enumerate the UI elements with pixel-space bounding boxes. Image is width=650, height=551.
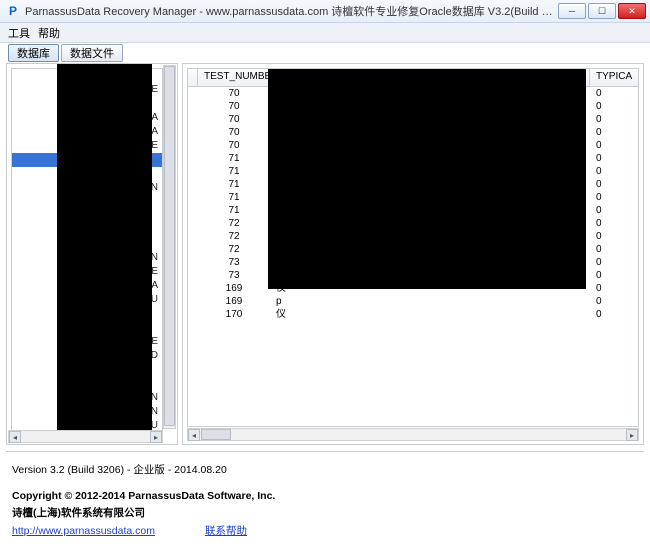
- scroll-left-icon[interactable]: ◂: [9, 431, 21, 443]
- contact-link[interactable]: 联系帮助: [205, 523, 247, 539]
- cell-n: p: [270, 295, 292, 308]
- cell-typica: 0: [590, 230, 638, 243]
- cell-test-number: 70: [198, 126, 270, 139]
- right-scrollbar-horizontal[interactable]: ◂ ▸: [187, 428, 639, 441]
- tab-toolbar: 数据库 数据文件: [0, 43, 650, 63]
- cell-test-number: 71: [198, 152, 270, 165]
- version-line: Version 3.2 (Build 3206) - 企业版 - 2014.08…: [12, 462, 638, 478]
- table-row[interactable]: 169p 0: [188, 295, 638, 308]
- window-buttons: ─ ☐ ✕: [558, 3, 646, 19]
- cell-test-number: 72: [198, 230, 270, 243]
- copyright-line: Copyright © 2012-2014 ParnassusData Soft…: [12, 490, 275, 502]
- cell-typica: 0: [590, 204, 638, 217]
- cell-test-number: 71: [198, 165, 270, 178]
- maximize-button[interactable]: ☐: [588, 3, 616, 19]
- grid-header-test-number[interactable]: TEST_NUMBER: [198, 69, 270, 86]
- close-button[interactable]: ✕: [618, 3, 646, 19]
- footer-panel: Version 3.2 (Build 3206) - 企业版 - 2014.08…: [6, 451, 644, 545]
- cell-n: 仪: [270, 308, 292, 321]
- table-row[interactable]: 170仪 0: [188, 308, 638, 321]
- redacted-overlay-right: [268, 69, 586, 289]
- cell-typica: 0: [590, 178, 638, 191]
- cell-test-number: 73: [198, 269, 270, 282]
- cell-test-number: 72: [198, 217, 270, 230]
- cell-test-number: 70: [198, 139, 270, 152]
- left-scrollbar-vertical[interactable]: [163, 65, 176, 429]
- cell-typica: 0: [590, 87, 638, 100]
- data-grid[interactable]: TEST_NUMBER N TYPICA 70粘070水070水070语070稿…: [187, 68, 639, 427]
- scroll-thumb[interactable]: [164, 66, 175, 426]
- grid-header-spacer: [188, 69, 198, 86]
- scroll-thumb[interactable]: [201, 429, 231, 440]
- cell-test-number: 169: [198, 282, 270, 295]
- window-title: ParnassusData Recovery Manager - www.par…: [25, 3, 558, 19]
- cell-test-number: 72: [198, 243, 270, 256]
- left-scrollbar-horizontal[interactable]: ◂ ▸: [8, 430, 163, 443]
- website-link[interactable]: http://www.parnassusdata.com: [12, 523, 155, 539]
- tab-database[interactable]: 数据库: [8, 44, 59, 62]
- cell-typica: 0: [590, 165, 638, 178]
- cell-typica: 0: [590, 256, 638, 269]
- cell-typica: 0: [590, 113, 638, 126]
- redacted-overlay-left: [57, 64, 152, 439]
- left-panel: _HE_LA_TA_TEMENLEN_HEMA_RUOCEEADLENLENCO…: [6, 63, 178, 445]
- cell-typica: 0: [590, 308, 638, 321]
- cell-test-number: 73: [198, 256, 270, 269]
- company-line: 诗檀(上海)软件系统有限公司: [12, 507, 145, 519]
- tab-datafile[interactable]: 数据文件: [61, 44, 123, 62]
- cell-test-number: 71: [198, 178, 270, 191]
- cell-test-number: 70: [198, 87, 270, 100]
- cell-test-number: 169: [198, 295, 270, 308]
- cell-typica: 0: [590, 295, 638, 308]
- menu-tools[interactable]: 工具: [8, 25, 30, 41]
- right-panel: TEST_NUMBER N TYPICA 70粘070水070水070语070稿…: [182, 63, 644, 445]
- window-titlebar: P ParnassusData Recovery Manager - www.p…: [0, 0, 650, 23]
- cell-typica: 0: [590, 139, 638, 152]
- cell-test-number: 71: [198, 191, 270, 204]
- cell-typica: 0: [590, 282, 638, 295]
- scroll-left-icon[interactable]: ◂: [188, 429, 200, 441]
- cell-typica: 0: [590, 217, 638, 230]
- minimize-button[interactable]: ─: [558, 3, 586, 19]
- grid-header-typica[interactable]: TYPICA: [590, 69, 638, 86]
- cell-typica: 0: [590, 269, 638, 282]
- cell-typica: 0: [590, 191, 638, 204]
- cell-typica: 0: [590, 152, 638, 165]
- cell-test-number: 70: [198, 113, 270, 126]
- cell-typica: 0: [590, 126, 638, 139]
- cell-typica: 0: [590, 243, 638, 256]
- cell-test-number: 70: [198, 100, 270, 113]
- cell-test-number: 170: [198, 308, 270, 321]
- app-icon: P: [6, 4, 20, 18]
- menu-help[interactable]: 帮助: [38, 25, 60, 41]
- workspace: _HE_LA_TA_TEMENLEN_HEMA_RUOCEEADLENLENCO…: [0, 63, 650, 445]
- cell-test-number: 71: [198, 204, 270, 217]
- menubar: 工具 帮助: [0, 23, 650, 43]
- scroll-right-icon[interactable]: ▸: [626, 429, 638, 441]
- cell-typica: 0: [590, 100, 638, 113]
- scroll-right-icon[interactable]: ▸: [150, 431, 162, 443]
